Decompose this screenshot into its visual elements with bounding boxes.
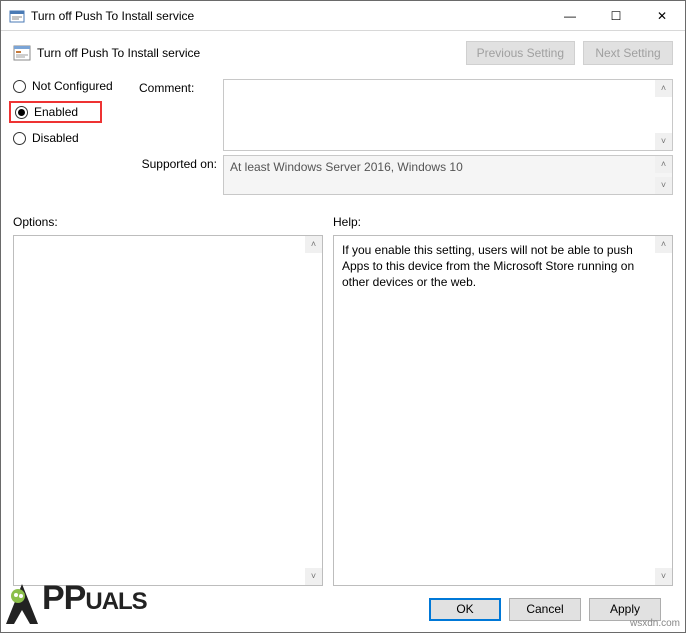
- radio-circle-icon: [15, 106, 28, 119]
- help-pane: If you enable this setting, users will n…: [333, 235, 673, 586]
- content-area: Turn off Push To Install service Previou…: [1, 31, 685, 632]
- policy-title: Turn off Push To Install service: [37, 46, 458, 60]
- radio-enabled[interactable]: Enabled: [11, 105, 78, 119]
- brand-text-1: PP: [42, 579, 85, 617]
- settings-grid: Not Configured Enabled Disabled Comment:…: [13, 79, 673, 199]
- dialog-window: Turn off Push To Install service — ☐ ✕ T…: [0, 0, 686, 633]
- supported-on-value: At least Windows Server 2016, Windows 10: [230, 160, 463, 174]
- scroll-up-icon[interactable]: ˄: [305, 236, 322, 253]
- ok-button[interactable]: OK: [429, 598, 501, 621]
- scroll-down-icon[interactable]: ˅: [655, 568, 672, 585]
- radio-label: Disabled: [32, 131, 79, 145]
- maximize-button[interactable]: ☐: [593, 1, 639, 30]
- radio-disabled[interactable]: Disabled: [13, 131, 133, 145]
- minimize-button[interactable]: —: [547, 1, 593, 30]
- brand-text-2: UALS: [85, 588, 146, 615]
- help-text: If you enable this setting, users will n…: [342, 242, 652, 291]
- scroll-down-icon[interactable]: ˅: [655, 133, 672, 150]
- scroll-down-icon[interactable]: ˅: [305, 568, 322, 585]
- scroll-up-icon[interactable]: ˄: [655, 156, 672, 173]
- comment-label: Comment:: [139, 79, 217, 95]
- radio-label: Enabled: [34, 105, 78, 119]
- app-icon: [9, 8, 25, 24]
- header-row: Turn off Push To Install service Previou…: [13, 41, 673, 65]
- radio-circle-icon: [13, 80, 26, 93]
- scroll-down-icon[interactable]: ˅: [655, 177, 672, 194]
- previous-setting-button[interactable]: Previous Setting: [466, 41, 575, 65]
- next-setting-button[interactable]: Next Setting: [583, 41, 673, 65]
- cancel-button[interactable]: Cancel: [509, 598, 581, 621]
- options-label: Options:: [13, 215, 333, 229]
- radio-not-configured[interactable]: Not Configured: [13, 79, 133, 93]
- scroll-up-icon[interactable]: ˄: [655, 80, 672, 97]
- supported-on-text: At least Windows Server 2016, Windows 10…: [223, 155, 673, 195]
- brand-logo: PPUALS: [2, 579, 147, 629]
- options-pane: ˄ ˅: [13, 235, 323, 586]
- watermark-text: wsxdn.com: [630, 618, 680, 629]
- panes-row: ˄ ˅ If you enable this setting, users wi…: [13, 235, 673, 586]
- help-label: Help:: [333, 215, 673, 229]
- policy-icon: [13, 44, 31, 62]
- radio-circle-icon: [13, 132, 26, 145]
- window-title: Turn off Push To Install service: [31, 9, 547, 23]
- close-button[interactable]: ✕: [639, 1, 685, 30]
- brand-mascot-icon: [2, 582, 42, 629]
- titlebar: Turn off Push To Install service — ☐ ✕: [1, 1, 685, 31]
- scroll-up-icon[interactable]: ˄: [655, 236, 672, 253]
- section-labels: Options: Help:: [13, 215, 673, 229]
- state-radio-group: Not Configured Enabled Disabled: [13, 79, 133, 145]
- highlight-annotation: Enabled: [9, 101, 102, 123]
- supported-on-label: Supported on:: [139, 155, 217, 171]
- comment-textarea[interactable]: ˄ ˅: [223, 79, 673, 151]
- radio-label: Not Configured: [32, 79, 113, 93]
